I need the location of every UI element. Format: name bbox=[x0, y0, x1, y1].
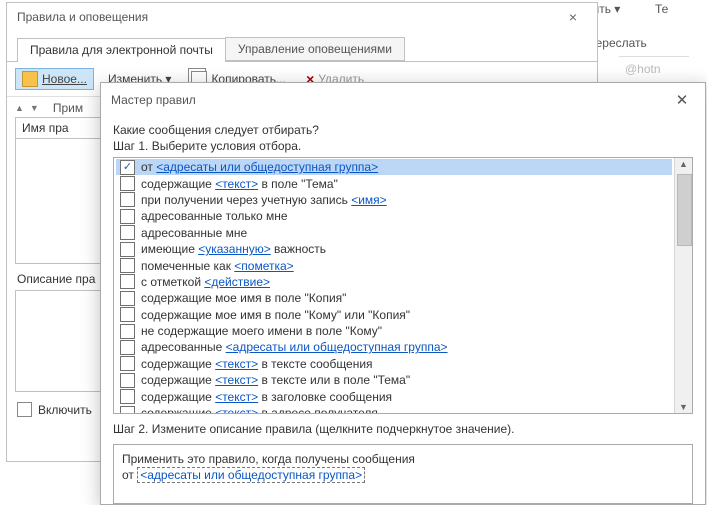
column-rule-name: Имя пра bbox=[22, 121, 69, 135]
include-checkbox[interactable] bbox=[17, 402, 32, 417]
new-rule-button[interactable]: Новое... bbox=[15, 68, 94, 90]
condition-row[interactable]: адресованные мне bbox=[116, 225, 672, 241]
condition-link[interactable]: <указанную> bbox=[198, 242, 271, 256]
condition-checkbox[interactable] bbox=[120, 192, 135, 207]
condition-row[interactable]: содержащие <текст> в заголовке сообщения bbox=[116, 388, 672, 404]
scroll-up-icon[interactable]: ▲ bbox=[675, 159, 692, 169]
condition-checkbox[interactable] bbox=[120, 389, 135, 404]
condition-checkbox[interactable] bbox=[120, 274, 135, 289]
move-down-icon[interactable]: ▼ bbox=[30, 103, 39, 113]
condition-link[interactable]: <текст> bbox=[215, 390, 258, 404]
condition-text: адресованные только мне bbox=[141, 209, 288, 223]
desc-line-2: от <адресаты или общедоступная группа> bbox=[122, 467, 684, 483]
condition-text: от <адресаты или общедоступная группа> bbox=[141, 160, 378, 174]
condition-row[interactable]: содержащие <текст> в тексте или в поле "… bbox=[116, 372, 672, 388]
condition-link[interactable]: <текст> bbox=[215, 406, 258, 413]
wizard-step2-label: Шаг 2. Измените описание правила (щелкни… bbox=[113, 422, 693, 436]
condition-row[interactable]: помеченные как <пометка> bbox=[116, 257, 672, 273]
dialog-title: Правила и оповещения bbox=[17, 10, 148, 24]
condition-link[interactable]: <действие> bbox=[204, 275, 270, 289]
tab-email-rules[interactable]: Правила для электронной почты bbox=[17, 38, 226, 62]
condition-checkbox[interactable] bbox=[120, 324, 135, 339]
condition-checkbox[interactable] bbox=[120, 340, 135, 355]
condition-checkbox[interactable] bbox=[120, 373, 135, 388]
condition-checkbox[interactable] bbox=[120, 242, 135, 257]
tab-manage-alerts[interactable]: Управление оповещениями bbox=[225, 37, 405, 61]
apply-label: Прим bbox=[53, 101, 83, 115]
condition-row[interactable]: содержащие мое имя в поле "Копия" bbox=[116, 290, 672, 306]
conditions-list[interactable]: ✓ от <адресаты или общедоступная группа> с… bbox=[114, 158, 674, 413]
condition-link[interactable]: <адресаты или общедоступная группа> bbox=[226, 340, 448, 354]
condition-row[interactable]: содержащие мое имя в поле "Кому" или "Ко… bbox=[116, 307, 672, 323]
scrollbar[interactable]: ▲ ▼ bbox=[674, 158, 692, 413]
condition-text: помеченные как <пометка> bbox=[141, 259, 294, 273]
condition-text: содержащие <текст> в адресе получателя bbox=[141, 406, 378, 413]
tab-bar: Правила для электронной почты Управление… bbox=[7, 37, 597, 62]
condition-row[interactable]: ✓ от <адресаты или общедоступная группа> bbox=[116, 159, 672, 175]
recipients-placeholder-link[interactable]: <адресаты или общедоступная группа> bbox=[137, 467, 365, 483]
condition-checkbox[interactable] bbox=[120, 258, 135, 273]
condition-text: содержащие <текст> в поле "Тема" bbox=[141, 177, 338, 191]
condition-text: с отметкой <действие> bbox=[141, 275, 270, 289]
wizard-title: Мастер правил bbox=[111, 93, 196, 107]
condition-text: содержащие мое имя в поле "Кому" или "Ко… bbox=[141, 308, 410, 322]
bg-unknown-button[interactable]: Те bbox=[655, 2, 668, 16]
condition-text: содержащие мое имя в поле "Копия" bbox=[141, 291, 346, 305]
condition-checkbox[interactable] bbox=[120, 307, 135, 322]
condition-link[interactable]: <текст> bbox=[215, 357, 258, 371]
close-icon[interactable]: ✕ bbox=[669, 91, 695, 109]
condition-checkbox[interactable] bbox=[120, 291, 135, 306]
condition-checkbox[interactable]: ✓ bbox=[120, 160, 135, 175]
condition-row[interactable]: адресованные <адресаты или общедоступная… bbox=[116, 339, 672, 355]
include-label: Включить bbox=[38, 403, 92, 417]
rules-wizard-dialog: Мастер правил ✕ Какие сообщения следует … bbox=[100, 82, 706, 505]
condition-text: имеющие <указанную> важность bbox=[141, 242, 326, 256]
condition-text: адресованные <адресаты или общедоступная… bbox=[141, 340, 448, 354]
condition-row[interactable]: с отметкой <действие> bbox=[116, 274, 672, 290]
condition-link[interactable]: <текст> bbox=[215, 177, 258, 191]
condition-text: содержащие <текст> в заголовке сообщения bbox=[141, 390, 392, 404]
scroll-thumb[interactable] bbox=[677, 174, 692, 246]
wizard-question: Какие сообщения следует отбирать? bbox=[113, 123, 693, 137]
condition-checkbox[interactable] bbox=[120, 209, 135, 224]
desc-line-1: Применить это правило, когда получены со… bbox=[122, 451, 684, 467]
condition-row[interactable]: адресованные только мне bbox=[116, 208, 672, 224]
close-icon[interactable]: × bbox=[559, 9, 587, 25]
condition-checkbox[interactable] bbox=[120, 176, 135, 191]
new-rule-label: Новое... bbox=[42, 72, 87, 86]
condition-row[interactable]: содержащие <текст> в адресе получателя bbox=[116, 405, 672, 413]
condition-row[interactable]: при получении через учетную запись <имя> bbox=[116, 192, 672, 208]
condition-row[interactable]: содержащие <текст> в тексте сообщения bbox=[116, 356, 672, 372]
condition-link[interactable]: <текст> bbox=[215, 373, 258, 387]
condition-row[interactable]: имеющие <указанную> важность bbox=[116, 241, 672, 257]
condition-text: содержащие <текст> в тексте или в поле "… bbox=[141, 373, 410, 387]
condition-text: не содержащие моего имени в поле "Кому" bbox=[141, 324, 382, 338]
condition-link[interactable]: <адресаты или общедоступная группа> bbox=[156, 160, 378, 174]
move-up-icon[interactable]: ▲ bbox=[15, 103, 24, 113]
condition-text: при получении через учетную запись <имя> bbox=[141, 193, 387, 207]
condition-row[interactable]: содержащие <текст> в поле "Тема" bbox=[116, 175, 672, 191]
bg-email-fragment: @hotn bbox=[625, 62, 661, 76]
background-mail-toolbar: тить ▾ Те Переслать @hotn bbox=[587, 0, 707, 70]
wizard-step1-label: Шаг 1. Выберите условия отбора. bbox=[113, 139, 693, 153]
condition-text: содержащие <текст> в тексте сообщения bbox=[141, 357, 373, 371]
scroll-down-icon[interactable]: ▼ bbox=[675, 402, 692, 412]
condition-link[interactable]: <пометка> bbox=[234, 259, 293, 273]
condition-checkbox[interactable] bbox=[120, 356, 135, 371]
condition-checkbox[interactable] bbox=[120, 225, 135, 240]
conditions-listbox: ✓ от <адресаты или общедоступная группа> с… bbox=[113, 157, 693, 414]
condition-text: адресованные мне bbox=[141, 226, 247, 240]
new-icon bbox=[22, 71, 38, 87]
condition-row[interactable]: не содержащие моего имени в поле "Кому" bbox=[116, 323, 672, 339]
condition-link[interactable]: <имя> bbox=[351, 193, 386, 207]
condition-checkbox[interactable] bbox=[120, 406, 135, 413]
desc-from-prefix: от bbox=[122, 468, 137, 482]
rule-description-editor[interactable]: Применить это правило, когда получены со… bbox=[113, 444, 693, 504]
